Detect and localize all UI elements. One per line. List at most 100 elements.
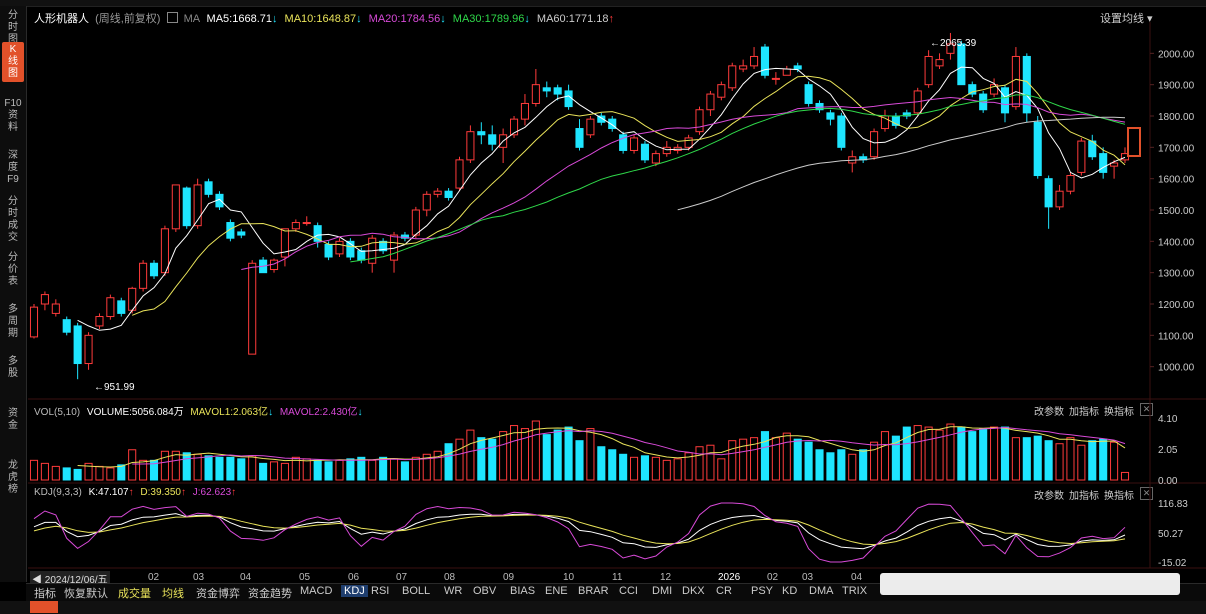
- blurred-overlay: [880, 573, 1180, 595]
- volume-bar: [499, 431, 508, 481]
- tab-brar[interactable]: BRAR: [578, 585, 609, 597]
- kdj-j-line: [33, 502, 1126, 563]
- candle-body: [651, 153, 660, 164]
- tab-dkx[interactable]: DKX: [682, 585, 705, 597]
- volume-bar: [269, 461, 279, 481]
- candle-body: [924, 55, 933, 86]
- volume-bar: [313, 459, 322, 481]
- candle-body: [248, 262, 257, 355]
- volume-bar: [455, 438, 464, 481]
- volume-tick-label: 4.10: [1158, 414, 1178, 425]
- candle-body: [520, 102, 529, 120]
- tab-rsi[interactable]: RSI: [371, 585, 389, 597]
- candle-body: [324, 243, 333, 258]
- candle-body: [542, 87, 551, 92]
- candle-body: [804, 84, 813, 104]
- volume-bar: [1110, 441, 1119, 481]
- kline-chart[interactable]: 2000.00 1900.00 1800.00 1700.00 1600.00 1500.…: [0, 0, 1206, 614]
- tab-资金博弈[interactable]: 资金博弈: [196, 585, 240, 601]
- candle-body: [1099, 153, 1108, 173]
- volume-bar: [1033, 435, 1042, 481]
- tab-bias[interactable]: BIAS: [510, 585, 535, 597]
- tab-dmi[interactable]: DMI: [652, 585, 672, 597]
- tab-boll[interactable]: BOLL: [402, 585, 430, 597]
- tab-trix[interactable]: TRIX: [842, 585, 867, 597]
- volume-bar: [870, 441, 879, 481]
- tab-dma[interactable]: DMA: [809, 585, 833, 597]
- candle-body: [160, 228, 169, 274]
- tab-资金趋势[interactable]: 资金趋势: [248, 585, 292, 601]
- tab-ene[interactable]: ENE: [545, 585, 568, 597]
- candle-body: [826, 112, 835, 120]
- candle-body: [760, 46, 770, 76]
- volume-bar: [520, 428, 529, 481]
- volume-bar: [368, 459, 377, 481]
- volume-bar: [302, 458, 311, 481]
- volume-bar: [40, 462, 49, 481]
- candle-body: [291, 222, 300, 230]
- candle-body: [84, 334, 93, 365]
- low-price-annotation: ←951.99: [94, 382, 135, 393]
- volume-bar: [466, 429, 475, 481]
- volume-bar: [542, 434, 551, 481]
- time-axis-label: 02: [767, 572, 779, 583]
- volume-bar: [1000, 426, 1010, 481]
- candle-body: [717, 84, 726, 98]
- tab-macd[interactable]: MACD: [300, 585, 332, 597]
- time-axis-label: 08: [444, 572, 456, 583]
- candle-body: [444, 190, 453, 198]
- tab-kd[interactable]: KD: [782, 585, 797, 597]
- time-axis-label: 11: [612, 572, 623, 583]
- candle-body: [782, 68, 791, 76]
- candle-body: [1011, 55, 1020, 108]
- candle-body: [586, 118, 595, 136]
- volume-bar: [248, 455, 257, 481]
- candle-body: [564, 90, 573, 108]
- volume-bar: [564, 426, 573, 481]
- tab-指标[interactable]: 指标: [34, 585, 56, 601]
- tab-cci[interactable]: CCI: [619, 585, 638, 597]
- volume-bar: [924, 426, 933, 481]
- volume-bar: [673, 458, 682, 481]
- volume-bar: [717, 458, 726, 481]
- candle-body: [422, 193, 431, 211]
- tab-成交量[interactable]: 成交量: [118, 585, 151, 601]
- volume-bar: [608, 449, 617, 481]
- kdj-tick-label: 50.27: [1158, 529, 1183, 540]
- time-axis-label: 2026: [718, 572, 741, 583]
- time-axis-label: 10: [563, 572, 575, 583]
- kdj-tick-label: 116.83: [1158, 499, 1188, 510]
- tab-kdj[interactable]: KDJ: [341, 585, 368, 597]
- volume-bar: [204, 455, 213, 481]
- ma10-line: [132, 75, 1126, 316]
- candle-body: [171, 184, 180, 230]
- volume-bar: [51, 465, 60, 481]
- time-axis-label: 09: [503, 572, 515, 583]
- volume-bar: [837, 449, 846, 481]
- volume-bar: [815, 449, 824, 481]
- tab-obv[interactable]: OBV: [473, 585, 496, 597]
- volume-bar: [1077, 444, 1086, 481]
- candle-body: [640, 143, 650, 161]
- volume-bar: [160, 450, 169, 481]
- bottom-home-button[interactable]: [30, 601, 58, 613]
- volume-bar: [346, 458, 355, 481]
- time-axis-label: 05: [299, 572, 311, 583]
- tab-psy[interactable]: PSY: [751, 585, 773, 597]
- tab-wr[interactable]: WR: [444, 585, 462, 597]
- volume-tick-label: 2.05: [1158, 445, 1178, 456]
- tab-cr[interactable]: CR: [716, 585, 732, 597]
- candle-body: [40, 294, 49, 305]
- volume-bar: [117, 464, 126, 481]
- volume-bar: [444, 443, 453, 481]
- price-tick-label: 1600.00: [1158, 175, 1195, 186]
- tab-均线[interactable]: 均线: [162, 585, 184, 601]
- volume-bar: [640, 455, 650, 481]
- time-axis-label: 02: [148, 572, 160, 583]
- tab-恢复默认[interactable]: 恢复默认: [64, 585, 108, 601]
- candle-body: [139, 262, 148, 289]
- candle-body: [1077, 140, 1086, 173]
- volume-bar: [182, 452, 191, 481]
- volume-bar: [335, 459, 344, 481]
- volume-bar: [946, 423, 955, 481]
